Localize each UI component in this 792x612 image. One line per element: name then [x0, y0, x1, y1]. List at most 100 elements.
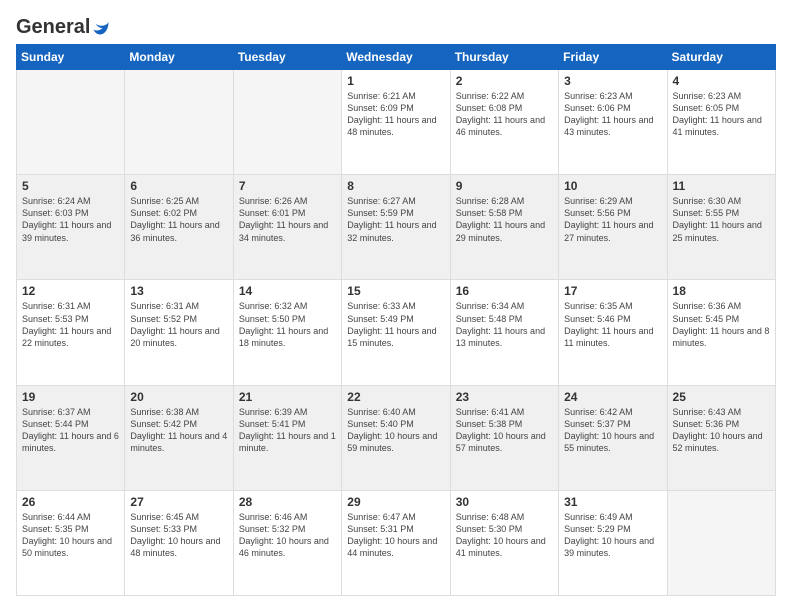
day-cell: 26 Sunrise: 6:44 AMSunset: 5:35 PMDayligh… — [17, 490, 125, 595]
day-number: 27 — [130, 495, 227, 509]
weekday-header-saturday: Saturday — [667, 45, 775, 70]
day-number: 29 — [347, 495, 444, 509]
day-number: 30 — [456, 495, 553, 509]
day-info: Sunrise: 6:25 AMSunset: 6:02 PMDaylight:… — [130, 195, 227, 244]
day-cell: 3Sunrise: 6:23 AMSunset: 6:06 PMDaylight… — [559, 70, 667, 175]
day-cell: 15Sunrise: 6:33 AMSunset: 5:49 PMDayligh… — [342, 280, 450, 385]
day-info: Sunrise: 6:43 AMSunset: 5:36 PMDaylight:… — [673, 406, 770, 455]
day-cell: 7 Sunrise: 6:26 AMSunset: 6:01 PMDaylight… — [233, 175, 341, 280]
day-cell: 5 Sunrise: 6:24 AMSunset: 6:03 PMDaylight… — [17, 175, 125, 280]
logo-general: General — [16, 16, 90, 38]
day-info: Sunrise: 6:37 AMSunset: 5:44 PMDaylight:… — [22, 406, 119, 455]
day-info: Sunrise: 6:30 AMSunset: 5:55 PMDaylight:… — [673, 195, 770, 244]
day-number: 16 — [456, 284, 553, 298]
week-row-5: 26 Sunrise: 6:44 AMSunset: 5:35 PMDayligh… — [17, 490, 776, 595]
day-number: 12 — [22, 284, 119, 298]
weekday-header-row: SundayMondayTuesdayWednesdayThursdayFrid… — [17, 45, 776, 70]
day-info: Sunrise: 6:39 AMSunset: 5:41 PMDaylight:… — [239, 406, 336, 455]
week-row-3: 12 Sunrise: 6:31 AMSunset: 5:53 PMDayligh… — [17, 280, 776, 385]
weekday-header-sunday: Sunday — [17, 45, 125, 70]
day-info: Sunrise: 6:33 AMSunset: 5:49 PMDaylight:… — [347, 300, 444, 349]
day-cell: 11 Sunrise: 6:30 AMSunset: 5:55 PMDayligh… — [667, 175, 775, 280]
day-cell: 31Sunrise: 6:49 AMSunset: 5:29 PMDayligh… — [559, 490, 667, 595]
week-row-1: 1 Sunrise: 6:21 AMSunset: 6:09 PMDaylight… — [17, 70, 776, 175]
day-cell — [233, 70, 341, 175]
header: General — [16, 16, 776, 34]
day-info: Sunrise: 6:31 AMSunset: 5:52 PMDaylight:… — [130, 300, 227, 349]
logo-text: General — [16, 16, 110, 38]
day-cell: 22 Sunrise: 6:40 AMSunset: 5:40 PMDayligh… — [342, 385, 450, 490]
day-info: Sunrise: 6:34 AMSunset: 5:48 PMDaylight:… — [456, 300, 553, 349]
day-cell: 1 Sunrise: 6:21 AMSunset: 6:09 PMDaylight… — [342, 70, 450, 175]
day-number: 1 — [347, 74, 444, 88]
day-number: 6 — [130, 179, 227, 193]
day-cell: 19 Sunrise: 6:37 AMSunset: 5:44 PMDayligh… — [17, 385, 125, 490]
week-row-4: 19 Sunrise: 6:37 AMSunset: 5:44 PMDayligh… — [17, 385, 776, 490]
day-cell: 12 Sunrise: 6:31 AMSunset: 5:53 PMDayligh… — [17, 280, 125, 385]
day-cell — [17, 70, 125, 175]
day-cell: 16 Sunrise: 6:34 AMSunset: 5:48 PMDayligh… — [450, 280, 558, 385]
calendar-table: SundayMondayTuesdayWednesdayThursdayFrid… — [16, 44, 776, 596]
day-info: Sunrise: 6:28 AMSunset: 5:58 PMDaylight:… — [456, 195, 553, 244]
day-number: 14 — [239, 284, 336, 298]
day-cell: 24Sunrise: 6:42 AMSunset: 5:37 PMDayligh… — [559, 385, 667, 490]
day-number: 8 — [347, 179, 444, 193]
day-number: 31 — [564, 495, 661, 509]
day-cell: 14 Sunrise: 6:32 AMSunset: 5:50 PMDayligh… — [233, 280, 341, 385]
day-cell — [667, 490, 775, 595]
day-cell: 23 Sunrise: 6:41 AMSunset: 5:38 PMDayligh… — [450, 385, 558, 490]
day-cell: 20Sunrise: 6:38 AMSunset: 5:42 PMDayligh… — [125, 385, 233, 490]
day-info: Sunrise: 6:24 AMSunset: 6:03 PMDaylight:… — [22, 195, 119, 244]
day-number: 23 — [456, 390, 553, 404]
day-number: 13 — [130, 284, 227, 298]
weekday-header-wednesday: Wednesday — [342, 45, 450, 70]
day-info: Sunrise: 6:42 AMSunset: 5:37 PMDaylight:… — [564, 406, 661, 455]
day-info: Sunrise: 6:32 AMSunset: 5:50 PMDaylight:… — [239, 300, 336, 349]
week-row-2: 5 Sunrise: 6:24 AMSunset: 6:03 PMDaylight… — [17, 175, 776, 280]
weekday-header-monday: Monday — [125, 45, 233, 70]
logo: General — [16, 16, 110, 34]
day-info: Sunrise: 6:44 AMSunset: 5:35 PMDaylight:… — [22, 511, 119, 560]
day-number: 17 — [564, 284, 661, 298]
day-info: Sunrise: 6:21 AMSunset: 6:09 PMDaylight:… — [347, 90, 444, 139]
day-info: Sunrise: 6:31 AMSunset: 5:53 PMDaylight:… — [22, 300, 119, 349]
day-info: Sunrise: 6:26 AMSunset: 6:01 PMDaylight:… — [239, 195, 336, 244]
day-info: Sunrise: 6:40 AMSunset: 5:40 PMDaylight:… — [347, 406, 444, 455]
day-cell: 6 Sunrise: 6:25 AMSunset: 6:02 PMDaylight… — [125, 175, 233, 280]
day-cell: 13 Sunrise: 6:31 AMSunset: 5:52 PMDayligh… — [125, 280, 233, 385]
day-number: 11 — [673, 179, 770, 193]
day-info: Sunrise: 6:23 AMSunset: 6:06 PMDaylight:… — [564, 90, 661, 139]
day-cell: 25 Sunrise: 6:43 AMSunset: 5:36 PMDayligh… — [667, 385, 775, 490]
logo-bird-icon — [92, 20, 110, 36]
day-info: Sunrise: 6:36 AMSunset: 5:45 PMDaylight:… — [673, 300, 770, 349]
day-cell: 28Sunrise: 6:46 AMSunset: 5:32 PMDayligh… — [233, 490, 341, 595]
day-info: Sunrise: 6:23 AMSunset: 6:05 PMDaylight:… — [673, 90, 770, 139]
day-info: Sunrise: 6:41 AMSunset: 5:38 PMDaylight:… — [456, 406, 553, 455]
day-number: 7 — [239, 179, 336, 193]
day-cell: 17Sunrise: 6:35 AMSunset: 5:46 PMDayligh… — [559, 280, 667, 385]
weekday-header-tuesday: Tuesday — [233, 45, 341, 70]
day-info: Sunrise: 6:48 AMSunset: 5:30 PMDaylight:… — [456, 511, 553, 560]
day-number: 5 — [22, 179, 119, 193]
day-cell: 21Sunrise: 6:39 AMSunset: 5:41 PMDayligh… — [233, 385, 341, 490]
day-number: 28 — [239, 495, 336, 509]
day-info: Sunrise: 6:27 AMSunset: 5:59 PMDaylight:… — [347, 195, 444, 244]
day-cell: 18Sunrise: 6:36 AMSunset: 5:45 PMDayligh… — [667, 280, 775, 385]
day-cell — [125, 70, 233, 175]
day-info: Sunrise: 6:47 AMSunset: 5:31 PMDaylight:… — [347, 511, 444, 560]
day-cell: 10 Sunrise: 6:29 AMSunset: 5:56 PMDayligh… — [559, 175, 667, 280]
day-number: 9 — [456, 179, 553, 193]
day-cell: 9 Sunrise: 6:28 AMSunset: 5:58 PMDaylight… — [450, 175, 558, 280]
day-cell: 30 Sunrise: 6:48 AMSunset: 5:30 PMDayligh… — [450, 490, 558, 595]
day-info: Sunrise: 6:45 AMSunset: 5:33 PMDaylight:… — [130, 511, 227, 560]
day-number: 26 — [22, 495, 119, 509]
day-number: 22 — [347, 390, 444, 404]
day-cell: 8 Sunrise: 6:27 AMSunset: 5:59 PMDaylight… — [342, 175, 450, 280]
day-number: 10 — [564, 179, 661, 193]
weekday-header-friday: Friday — [559, 45, 667, 70]
day-number: 19 — [22, 390, 119, 404]
day-number: 4 — [673, 74, 770, 88]
day-number: 25 — [673, 390, 770, 404]
day-info: Sunrise: 6:29 AMSunset: 5:56 PMDaylight:… — [564, 195, 661, 244]
day-info: Sunrise: 6:38 AMSunset: 5:42 PMDaylight:… — [130, 406, 227, 455]
